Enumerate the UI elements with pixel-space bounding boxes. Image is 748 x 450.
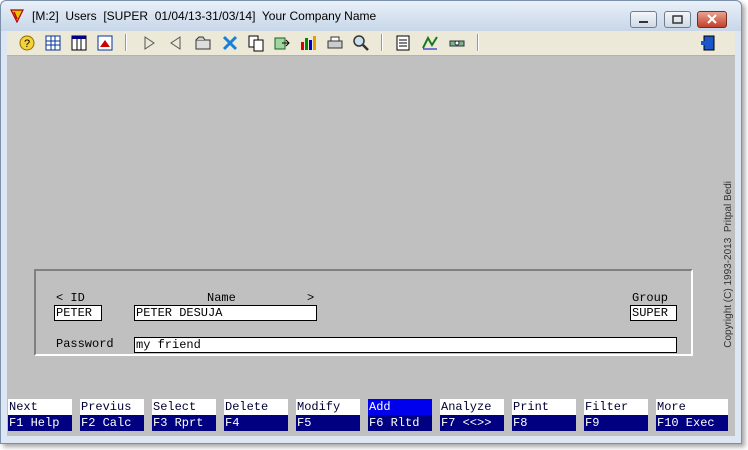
client-area: < ID Name > Group PETER PETER DESUJA SUP… [7, 56, 735, 436]
close-icon [707, 14, 717, 24]
group-label: Group [632, 291, 669, 305]
title-bar[interactable]: [M:2] Users [SUPER 01/04/13-31/03/14] Yo… [1, 1, 741, 31]
toolbar-separator [477, 34, 479, 51]
app-window: [M:2] Users [SUPER 01/04/13-31/03/14] Yo… [0, 0, 742, 444]
toolbar-separator [125, 34, 127, 51]
fkey-previus[interactable]: Previus F2 Calc [80, 399, 144, 431]
id-label: < ID [56, 291, 85, 305]
app-logo-icon [10, 9, 24, 23]
password-field[interactable]: my friend [134, 337, 677, 353]
fkey-print[interactable]: Print F8 [512, 399, 576, 431]
chart-icon[interactable] [298, 33, 318, 53]
settings-icon[interactable] [447, 33, 467, 53]
name-field[interactable]: PETER DESUJA [134, 305, 317, 321]
clipboard-icon[interactable] [393, 33, 413, 53]
more-marker: > [307, 291, 315, 305]
name-label: Name [207, 291, 236, 305]
print-icon[interactable] [325, 33, 345, 53]
fkey-modify[interactable]: Modify F5 [296, 399, 360, 431]
help-icon[interactable]: ? [17, 33, 37, 53]
password-label: Password [56, 337, 114, 351]
fkey-select[interactable]: Select F3 Rprt [152, 399, 216, 431]
calc-icon[interactable] [420, 33, 440, 53]
fkey-add[interactable]: Add F6 Rltd [368, 399, 432, 431]
export-icon[interactable] [272, 33, 292, 53]
toolbar: ? [7, 31, 735, 56]
copyright-text: Copyright (C) 1993-2013 Pritpal Bedi [723, 181, 734, 348]
copy-icon[interactable] [246, 33, 266, 53]
id-field[interactable]: PETER [54, 305, 102, 321]
minimize-icon [639, 21, 648, 23]
back-icon[interactable] [165, 33, 185, 53]
user-form-panel: < ID Name > Group PETER PETER DESUJA SUP… [34, 269, 693, 356]
fkey-more[interactable]: More F10 Exec [656, 399, 728, 431]
folder-icon[interactable] [193, 33, 213, 53]
play-icon[interactable] [139, 33, 159, 53]
svg-text:?: ? [24, 38, 30, 50]
window-title: [M:2] Users [SUPER 01/04/13-31/03/14] Yo… [32, 9, 377, 23]
search-icon[interactable] [351, 33, 371, 53]
group-field[interactable]: SUPER [630, 305, 677, 321]
maximize-button[interactable] [664, 11, 691, 28]
report-icon[interactable] [95, 33, 115, 53]
fkey-next[interactable]: Next F1 Help [8, 399, 72, 431]
restore-icon [672, 15, 683, 24]
close-button[interactable] [697, 11, 727, 28]
fkey-filter[interactable]: Filter F9 [584, 399, 648, 431]
exit-icon[interactable] [699, 33, 719, 53]
grid-icon[interactable] [43, 33, 63, 53]
fkey-delete[interactable]: Delete F4 [224, 399, 288, 431]
table-icon[interactable] [69, 33, 89, 53]
tools-icon[interactable] [220, 33, 240, 53]
toolbar-separator [381, 34, 383, 51]
fkey-analyze[interactable]: Analyze F7 <<>> [440, 399, 504, 431]
minimize-button[interactable] [630, 11, 657, 28]
